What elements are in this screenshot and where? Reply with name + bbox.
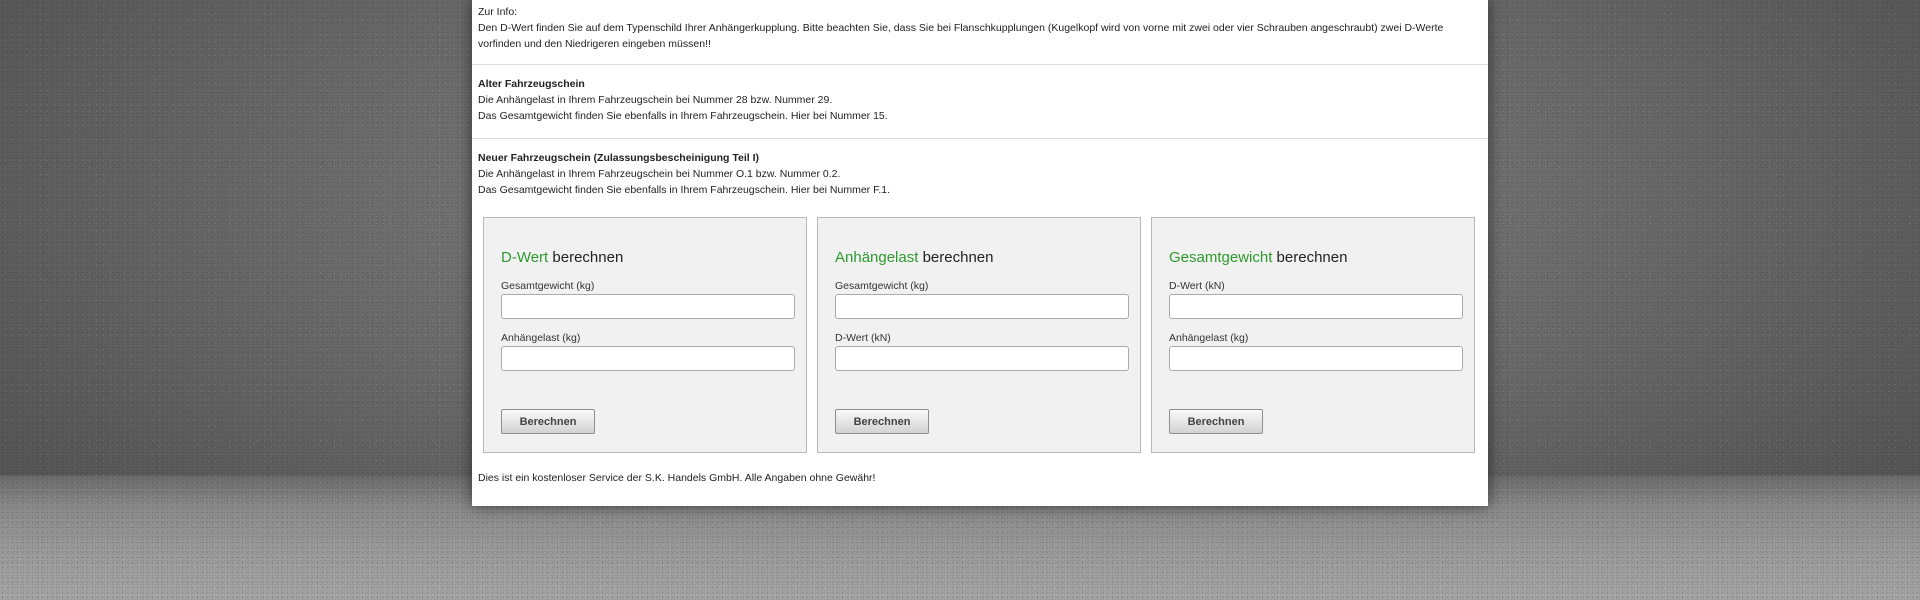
calculator-title: Gesamtgewicht berechnen xyxy=(1169,249,1347,266)
new-registration-title: Neuer Fahrzeugschein (Zulassungsbeschein… xyxy=(478,152,760,164)
new-registration-line-2: Das Gesamtgewicht finden Sie ebenfalls i… xyxy=(478,184,891,196)
anhaengelast-input[interactable] xyxy=(1169,346,1463,371)
info-section: Zur Info: Den D-Wert finden Sie auf dem … xyxy=(472,0,1488,65)
old-registration-line-1: Die Anhängelast in Ihrem Fahrzeugschein … xyxy=(478,94,833,106)
calculator-title-rest: berechnen xyxy=(1272,249,1348,266)
info-line-2: vorfinden und den Niedrigeren eingeben m… xyxy=(478,38,711,50)
gesamtgewicht-input[interactable] xyxy=(835,294,1129,319)
footer-disclaimer: Dies ist ein kostenloser Service der S.K… xyxy=(478,472,876,484)
berechnen-button[interactable]: Berechnen xyxy=(501,409,595,434)
calculator-title-highlight: Gesamtgewicht xyxy=(1169,249,1273,266)
calculator-title-rest: berechnen xyxy=(548,249,624,266)
d-wert-input[interactable] xyxy=(1169,294,1463,319)
calculator-title: D-Wert berechnen xyxy=(501,249,623,266)
field2-label: Anhängelast (kg) xyxy=(1169,332,1249,344)
calculator-anhaengelast: Anhängelast berechnen Gesamtgewicht (kg)… xyxy=(817,217,1141,453)
d-wert-input[interactable] xyxy=(835,346,1129,371)
content-panel: Zur Info: Den D-Wert finden Sie auf dem … xyxy=(472,0,1488,506)
new-registration-section: Neuer Fahrzeugschein (Zulassungsbeschein… xyxy=(472,139,1488,198)
info-line-1: Den D-Wert finden Sie auf dem Typenschil… xyxy=(478,22,1444,34)
calculator-gesamtgewicht: Gesamtgewicht berechnen D-Wert (kN) Anhä… xyxy=(1151,217,1475,453)
calculator-title-rest: berechnen xyxy=(918,249,994,266)
berechnen-button[interactable]: Berechnen xyxy=(835,409,929,434)
calculator-title-highlight: Anhängelast xyxy=(835,249,919,266)
calculator-title-highlight: D-Wert xyxy=(501,249,549,266)
anhaengelast-input[interactable] xyxy=(501,346,795,371)
field1-label: Gesamtgewicht (kg) xyxy=(501,280,595,292)
old-registration-title: Alter Fahrzeugschein xyxy=(478,78,585,90)
info-heading: Zur Info: xyxy=(478,6,518,18)
calculators: D-Wert berechnen Gesamtgewicht (kg) Anhä… xyxy=(483,217,1479,457)
new-registration-line-1: Die Anhängelast in Ihrem Fahrzeugschein … xyxy=(478,168,841,180)
gesamtgewicht-input[interactable] xyxy=(501,294,795,319)
old-registration-section: Alter Fahrzeugschein Die Anhängelast in … xyxy=(472,65,1488,139)
field2-label: Anhängelast (kg) xyxy=(501,332,581,344)
calculator-title: Anhängelast berechnen xyxy=(835,249,993,266)
field1-label: Gesamtgewicht (kg) xyxy=(835,280,929,292)
old-registration-line-2: Das Gesamtgewicht finden Sie ebenfalls i… xyxy=(478,110,888,122)
berechnen-button[interactable]: Berechnen xyxy=(1169,409,1263,434)
calculator-d-wert: D-Wert berechnen Gesamtgewicht (kg) Anhä… xyxy=(483,217,807,453)
field2-label: D-Wert (kN) xyxy=(835,332,891,344)
field1-label: D-Wert (kN) xyxy=(1169,280,1225,292)
